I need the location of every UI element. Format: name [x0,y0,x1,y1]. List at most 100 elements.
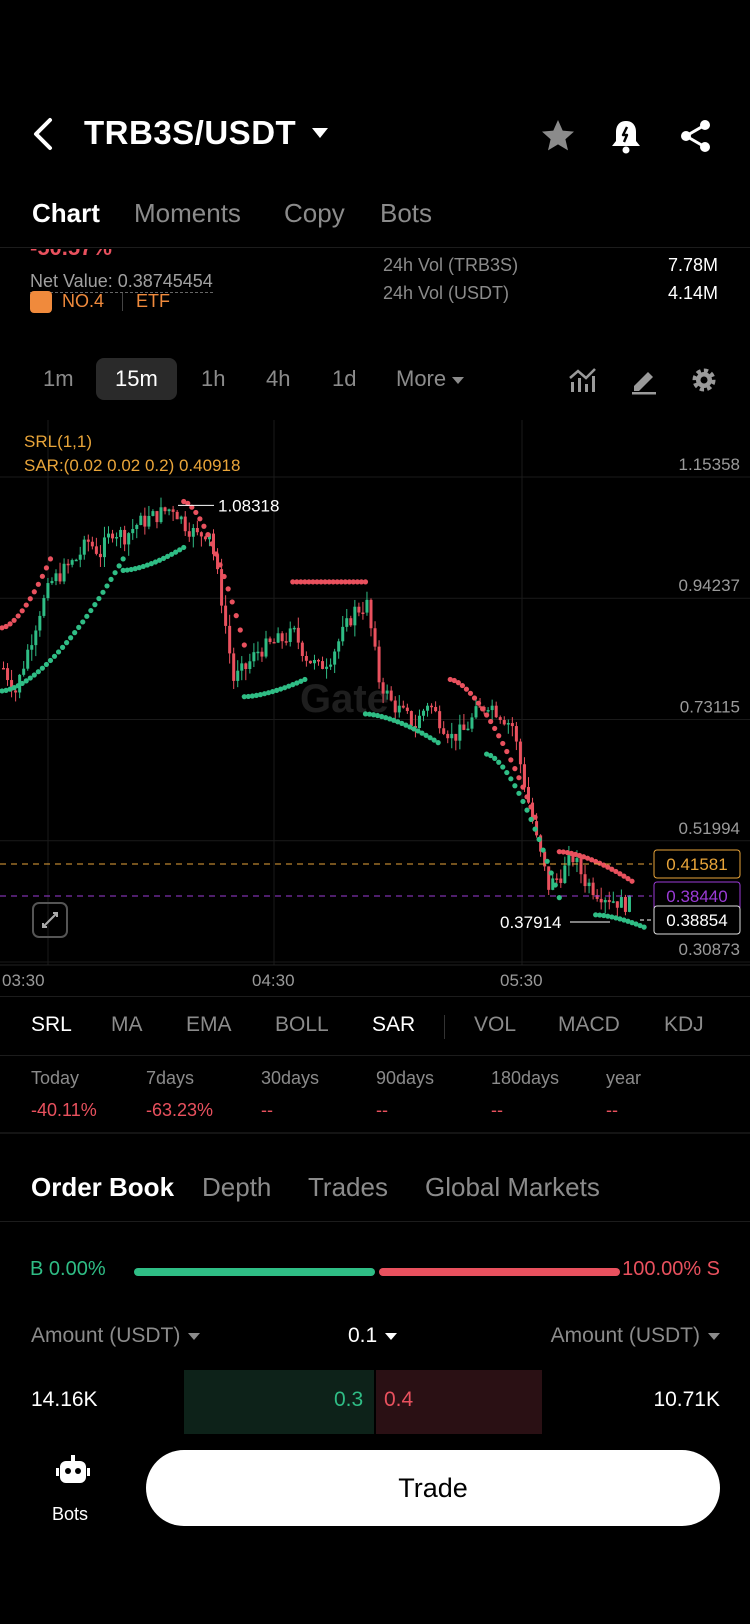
interval-4h[interactable]: 4h [266,366,290,392]
candle-body [490,705,494,711]
tab-moments[interactable]: Moments [134,198,241,229]
candle-body [288,628,292,642]
candle-body [26,649,30,669]
sar-dot [496,759,502,765]
candlestick-chart[interactable]: 1.15358 0.94237 0.73115 0.51994 0.30873 03:30… [0,420,750,995]
interval-1d[interactable]: 1d [332,366,356,392]
favorite-star-icon[interactable] [538,116,578,156]
orderbook-row[interactable]: 14.16K 0.3 0.4 10.71K [0,1370,750,1434]
buy-amount: 14.16K [31,1388,98,1411]
candle-body [123,529,127,545]
candle-body [409,711,413,726]
sar-dot [492,725,498,732]
candle-body [377,646,381,683]
sar-dot [552,882,558,888]
candle-body [325,666,329,669]
candle-body [163,507,167,512]
bottom-action-bar: Bots Trade [0,1434,750,1624]
sar-dot [39,665,45,671]
interval-more[interactable]: More [396,366,465,392]
draw-pen-icon[interactable] [628,364,660,396]
price-chart[interactable]: 1.15358 0.94237 0.73115 0.51994 0.30873 03:30… [0,420,750,995]
sar-dot [31,672,37,678]
vol-quote-label: 24h Vol (USDT) [383,283,510,303]
pair-title[interactable]: TRB3S/USDT [84,114,296,152]
interval-1m[interactable]: 1m [43,366,74,392]
precision-select[interactable]: 0.1 [348,1324,398,1348]
candle-body [321,661,325,669]
chart-settings-gear-icon[interactable] [688,364,720,396]
amount-right-select[interactable]: Amount (USDT) [551,1324,720,1348]
pair-dropdown-caret-icon[interactable] [312,128,328,138]
y-tick-label: 0.94237 [679,576,740,595]
sar-dot [471,695,478,701]
back-arrow-icon[interactable] [30,116,58,152]
candle-body [284,641,288,643]
bots-nav-label[interactable]: Bots [52,1504,88,1525]
price-alert-bell-icon[interactable] [606,116,646,156]
indicator-kdj[interactable]: KDJ [664,1013,704,1037]
net-value[interactable]: Net Value: 0.38745454 [30,271,213,293]
candle-body [446,733,450,739]
indicator-boll[interactable]: BOLL [275,1013,329,1037]
amount-left-select[interactable]: Amount (USDT) [31,1324,201,1348]
tab-depth[interactable]: Depth [202,1172,271,1203]
indicator-ma[interactable]: MA [111,1013,143,1037]
candle-body [579,858,583,875]
tab-chart[interactable]: Chart [32,198,100,229]
candle-body [393,700,397,713]
candle-body [171,509,175,512]
candle-body [575,858,579,863]
candle-body [82,539,86,555]
tab-order-book[interactable]: Order Book [31,1172,174,1203]
sar-dot [35,581,41,587]
indicator-sar[interactable]: SAR [372,1013,415,1037]
sar-dot [467,690,474,696]
candle-body [86,539,90,542]
x-tick-label: 03:30 [2,971,45,990]
sar-dot [548,870,554,876]
indicator-macd[interactable]: MACD [558,1013,620,1037]
sar-dot [528,816,534,822]
sar-dot [459,682,465,689]
sar-dot [209,541,215,547]
candle-body [236,670,240,681]
sar-dot [64,640,70,646]
sar-dot [500,740,506,747]
fullscreen-expand-icon[interactable] [32,902,68,938]
orderbook-tabs: Order Book Depth Trades Global Markets [0,1166,750,1222]
candle-body [34,630,38,646]
indicator-vol[interactable]: VOL [474,1013,516,1037]
sar-dot [500,764,506,770]
rank-label: NO.4 [62,291,105,311]
sar-dot [504,769,510,776]
candle-body [191,528,195,537]
sar-dot [205,532,211,538]
candle-body [345,618,349,627]
candle-body [260,651,264,657]
tab-global-markets[interactable]: Global Markets [425,1172,600,1203]
indicator-srl[interactable]: SRL [31,1013,72,1037]
interval-1h[interactable]: 1h [201,366,225,392]
sar-dot [520,784,526,790]
orange-price-tag-label: 0.41581 [666,855,727,874]
indicator-ema[interactable]: EMA [186,1013,232,1037]
indicator-chart-icon[interactable] [566,364,598,396]
interval-15m[interactable]: 15m [96,358,177,400]
candle-body [159,507,163,523]
tab-trades[interactable]: Trades [308,1172,388,1203]
candle-body [627,895,631,912]
trade-button[interactable]: Trade [146,1450,720,1526]
candle-body [94,546,98,554]
tab-bots[interactable]: Bots [380,198,432,229]
sar-dot [641,924,647,930]
sar-dot [241,642,247,648]
candle-body [66,563,70,566]
sar-dot [39,573,45,579]
tab-copy[interactable]: Copy [284,198,345,229]
candle-body [317,659,320,662]
share-icon[interactable] [676,116,716,156]
robot-icon[interactable] [56,1454,90,1488]
sar-dot [504,748,510,755]
vol-base-value: 7.78M [667,255,718,275]
